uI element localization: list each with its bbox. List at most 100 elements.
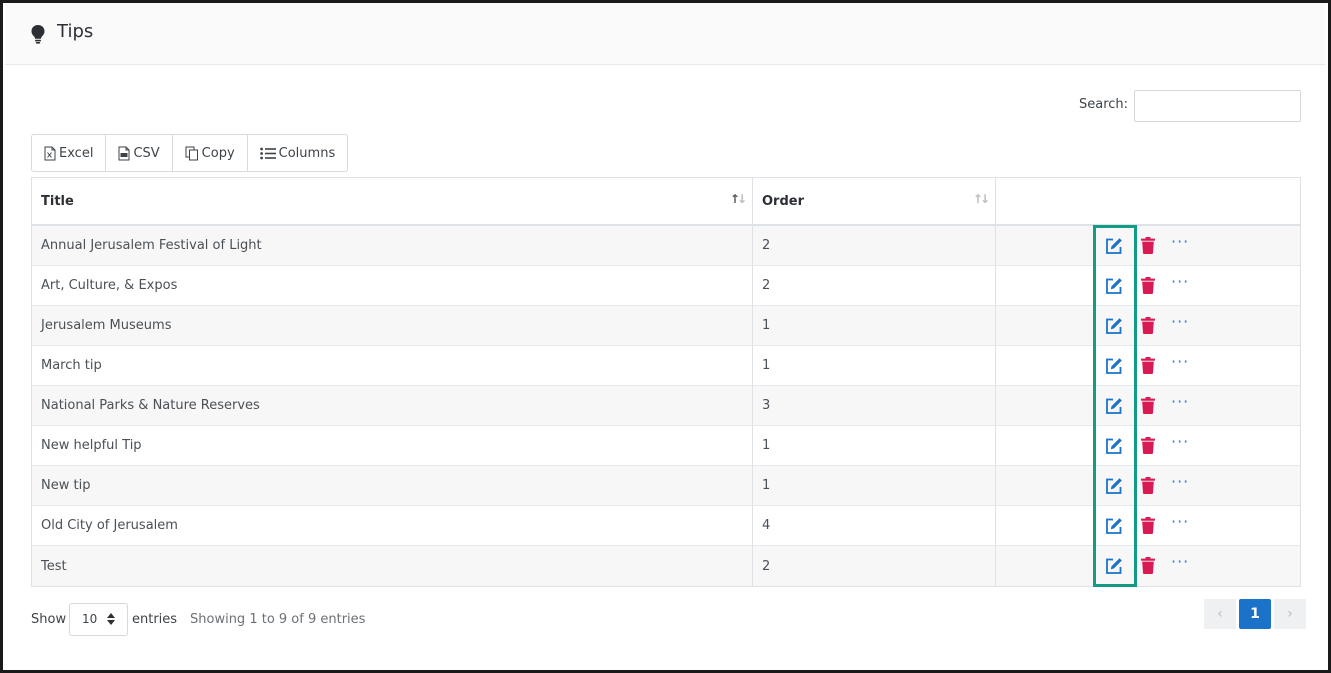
columns-button-label: Columns	[278, 145, 336, 161]
edit-icon[interactable]	[1105, 437, 1123, 455]
cell-order: 3	[753, 386, 996, 425]
cell-actions: ···	[996, 426, 1300, 465]
cell-title: Annual Jerusalem Festival of Light	[32, 226, 753, 265]
tips-table: Title ↑↓ Order ↑↓ Annual Jerusalem Festi…	[31, 177, 1301, 587]
copy-icon	[185, 146, 198, 160]
column-header-title[interactable]: Title ↑↓	[32, 178, 753, 224]
more-options-icon[interactable]: ···	[1171, 232, 1189, 251]
show-label: Show	[31, 612, 67, 627]
trash-icon[interactable]	[1141, 277, 1155, 294]
trash-icon[interactable]	[1141, 437, 1155, 454]
lightbulb-icon	[30, 24, 46, 44]
edit-icon[interactable]	[1105, 277, 1123, 295]
pagination-page-1[interactable]: 1	[1239, 599, 1271, 629]
cell-title: March tip	[32, 346, 753, 385]
excel-button[interactable]: Excel	[32, 135, 107, 171]
more-options-icon[interactable]: ···	[1171, 512, 1189, 531]
more-options-icon[interactable]: ···	[1171, 272, 1189, 291]
cell-title: New helpful Tip	[32, 426, 753, 465]
column-header-title-label: Title	[41, 193, 74, 209]
sort-none-icon: ↑↓	[972, 192, 990, 206]
cell-actions: ···	[996, 466, 1300, 505]
table-row: New helpful Tip 1 ···	[32, 426, 1300, 466]
more-options-icon[interactable]: ···	[1171, 552, 1189, 571]
column-header-actions	[996, 178, 1300, 224]
cell-actions: ···	[996, 346, 1300, 385]
cell-order: 2	[753, 266, 996, 305]
page-length-select[interactable]: 10	[69, 603, 128, 636]
page-header: Tips	[5, 3, 1325, 65]
page-title: Tips	[57, 21, 94, 42]
edit-icon[interactable]	[1105, 477, 1123, 495]
csv-file-icon	[118, 146, 130, 160]
csv-button[interactable]: CSV	[106, 135, 173, 171]
cell-order: 2	[753, 546, 996, 586]
trash-icon[interactable]	[1141, 357, 1155, 374]
list-icon	[259, 147, 276, 159]
cell-order: 1	[753, 306, 996, 345]
edit-icon[interactable]	[1105, 357, 1123, 375]
cell-order: 1	[753, 426, 996, 465]
page-length-value: 10	[82, 612, 98, 626]
cell-title: Jerusalem Museums	[32, 306, 753, 345]
cell-actions: ···	[996, 506, 1300, 545]
trash-icon[interactable]	[1141, 557, 1155, 574]
trash-icon[interactable]	[1141, 237, 1155, 254]
table-row: Annual Jerusalem Festival of Light 2 ···	[32, 226, 1300, 266]
table-row: Jerusalem Museums 1 ···	[32, 306, 1300, 346]
cell-title: Art, Culture, & Expos	[32, 266, 753, 305]
cell-title: Old City of Jerusalem	[32, 506, 753, 545]
table-header: Title ↑↓ Order ↑↓	[32, 178, 1300, 226]
columns-button[interactable]: Columns	[248, 135, 348, 171]
cell-actions: ···	[996, 226, 1300, 265]
trash-icon[interactable]	[1141, 517, 1155, 534]
cell-actions: ···	[996, 546, 1300, 586]
table-info: Showing 1 to 9 of 9 entries	[190, 612, 366, 627]
edit-icon[interactable]	[1105, 317, 1123, 335]
edit-icon[interactable]	[1105, 237, 1123, 255]
table-row: March tip 1 ···	[32, 346, 1300, 386]
table-row: Art, Culture, & Expos 2 ···	[32, 266, 1300, 306]
column-header-order-label: Order	[762, 193, 804, 209]
cell-title: New tip	[32, 466, 753, 505]
pagination-previous[interactable]: ‹	[1204, 599, 1236, 629]
copy-button-label: Copy	[201, 145, 235, 161]
trash-icon[interactable]	[1141, 397, 1155, 414]
cell-order: 1	[753, 346, 996, 385]
entries-label: entries	[132, 612, 178, 627]
table-body: Annual Jerusalem Festival of Light 2 ··· Ar…	[32, 226, 1300, 586]
more-options-icon[interactable]: ···	[1171, 352, 1189, 371]
csv-button-label: CSV	[133, 145, 160, 161]
edit-icon[interactable]	[1105, 517, 1123, 535]
cell-title: National Parks & Nature Reserves	[32, 386, 753, 425]
trash-icon[interactable]	[1141, 477, 1155, 494]
cell-order: 4	[753, 506, 996, 545]
sort-asc-icon: ↑↓	[729, 192, 747, 206]
search-input[interactable]	[1134, 90, 1301, 122]
table-row: National Parks & Nature Reserves 3 ···	[32, 386, 1300, 426]
edit-icon[interactable]	[1105, 397, 1123, 415]
cell-actions: ···	[996, 306, 1300, 345]
excel-file-icon	[44, 146, 56, 160]
table-row: Old City of Jerusalem 4 ···	[32, 506, 1300, 546]
pagination-next[interactable]: ›	[1274, 599, 1306, 629]
excel-button-label: Excel	[59, 145, 94, 161]
edit-icon[interactable]	[1105, 557, 1123, 575]
table-row: Test 2 ···	[32, 546, 1300, 586]
cell-title: Test	[32, 546, 753, 586]
pagination: ‹ 1 ›	[1204, 599, 1306, 629]
copy-button[interactable]: Copy	[173, 135, 248, 171]
table-row: New tip 1 ···	[32, 466, 1300, 506]
search-label: Search:	[1079, 97, 1129, 112]
column-header-order[interactable]: Order ↑↓	[753, 178, 996, 224]
sort-caret-icon	[107, 613, 115, 625]
cell-order: 1	[753, 466, 996, 505]
more-options-icon[interactable]: ···	[1171, 432, 1189, 451]
more-options-icon[interactable]: ···	[1171, 312, 1189, 331]
cell-actions: ···	[996, 266, 1300, 305]
more-options-icon[interactable]: ···	[1171, 392, 1189, 411]
cell-order: 2	[753, 226, 996, 265]
trash-icon[interactable]	[1141, 317, 1155, 334]
cell-actions: ···	[996, 386, 1300, 425]
more-options-icon[interactable]: ···	[1171, 472, 1189, 491]
